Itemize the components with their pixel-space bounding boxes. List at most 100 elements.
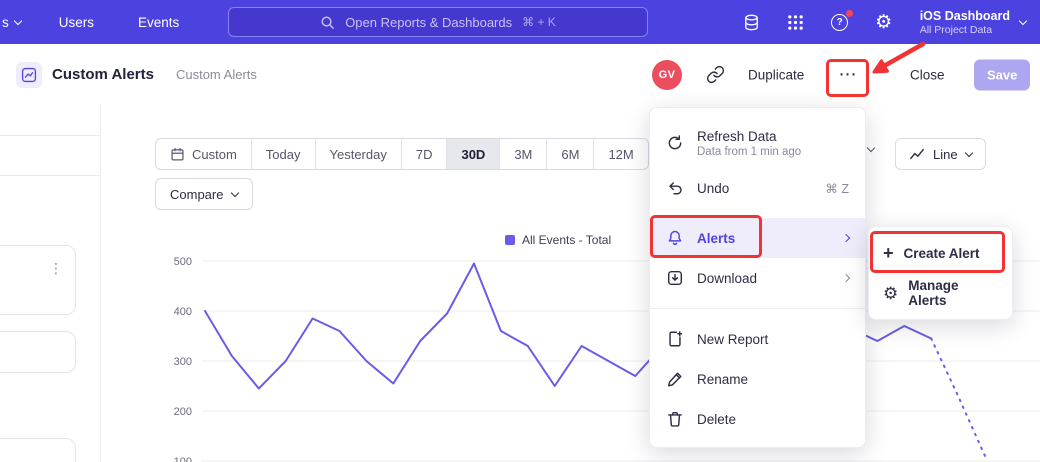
apps-grid-icon[interactable] [786, 12, 806, 32]
nav-item-label: s [2, 15, 9, 30]
refresh-icon [666, 134, 684, 152]
chart-legend[interactable]: All Events - Total [505, 233, 611, 247]
menu-item-label: Refresh Data [697, 129, 801, 144]
menu-item-subtitle: Data from 1 min ago [697, 146, 801, 158]
chevron-down-icon [14, 16, 22, 24]
page-title: Custom Alerts [52, 66, 154, 83]
sidebar-divider [100, 105, 101, 462]
top-navbar: s Users Events Open Reports & Dashboards… [0, 0, 1040, 44]
nav-item-boards-partial[interactable]: s [2, 15, 21, 30]
menu-item-label: Alerts [697, 231, 735, 246]
chart-series-line [931, 339, 985, 457]
nav-item-users[interactable]: Users [59, 15, 94, 30]
more-options-button[interactable]: ⋯ [833, 62, 863, 88]
submenu-item-create-alert[interactable]: + Create Alert [869, 233, 1012, 273]
primary-nav: s Users Events [0, 0, 179, 44]
y-axis-label: 200 [174, 406, 192, 418]
menu-item-rename[interactable]: Rename [650, 359, 865, 399]
y-axis-label: 500 [174, 256, 192, 268]
calendar-icon [170, 147, 185, 162]
menu-item-label: Rename [697, 372, 748, 387]
chevron-down-icon [1019, 16, 1027, 24]
date-range-custom[interactable]: Custom [156, 139, 251, 169]
chart-type-button[interactable]: Line [895, 138, 986, 170]
sidebar-card[interactable] [0, 438, 76, 462]
project-subtitle: All Project Data [920, 24, 1010, 36]
chevron-right-icon [842, 234, 850, 242]
menu-divider [650, 308, 865, 309]
sidebar-card[interactable]: ⋮ [0, 245, 76, 315]
navbar-right-cluster: ? ⚙ iOS Dashboard All Project Data [742, 0, 1040, 44]
compare-label: Compare [170, 187, 223, 202]
chevron-down-icon [964, 148, 972, 156]
date-range-6m[interactable]: 6M [546, 139, 593, 169]
y-axis-label: 100 [174, 456, 192, 462]
date-range-7d[interactable]: 7D [401, 139, 447, 169]
date-range-control: Custom Today Yesterday 7D 30D 3M 6M 12M [155, 138, 649, 170]
search-placeholder: Open Reports & Dashboards [345, 15, 512, 30]
plus-icon: + [883, 244, 894, 262]
notification-dot [845, 9, 854, 18]
kebab-menu-icon[interactable]: ⋮ [49, 260, 63, 277]
line-chart-icon [909, 146, 925, 162]
y-axis-label: 400 [174, 306, 192, 318]
chart-type-label: Line [933, 147, 958, 162]
date-range-12m[interactable]: 12M [593, 139, 647, 169]
copy-link-icon[interactable] [702, 62, 728, 88]
y-axis-label: 300 [174, 356, 192, 368]
report-header: Custom Alerts Custom Alerts GV Duplicate… [0, 44, 1040, 105]
legend-swatch-icon [505, 235, 515, 245]
project-info: iOS Dashboard All Project Data [920, 9, 1010, 36]
close-button[interactable]: Close [910, 67, 945, 82]
duplicate-button[interactable]: Duplicate [748, 67, 804, 82]
data-management-icon[interactable] [742, 12, 762, 32]
date-range-30d-selected[interactable]: 30D [446, 139, 499, 169]
breadcrumb[interactable]: Custom Alerts [176, 67, 257, 82]
pencil-icon [666, 370, 684, 388]
undo-icon [666, 179, 684, 197]
help-icon[interactable]: ? [830, 12, 850, 32]
report-options-menu: Refresh Data Data from 1 min ago Undo ⌘ … [649, 107, 866, 448]
global-search-input[interactable]: Open Reports & Dashboards ⌘ + K [228, 7, 648, 37]
date-range-label: Custom [192, 147, 237, 162]
chevron-right-icon [842, 274, 850, 282]
menu-item-delete[interactable]: Delete [650, 399, 865, 439]
date-range-yesterday[interactable]: Yesterday [315, 139, 401, 169]
menu-item-download[interactable]: Download [650, 258, 865, 298]
search-shortcut-hint: ⌘ + K [522, 15, 556, 29]
trash-icon [666, 410, 684, 428]
settings-gear-icon[interactable]: ⚙ [874, 12, 894, 32]
menu-item-shortcut: ⌘ Z [825, 181, 849, 196]
bell-icon [666, 229, 684, 247]
menu-item-label: Undo [697, 181, 729, 196]
chevron-down-icon [231, 188, 239, 196]
date-range-3m[interactable]: 3M [499, 139, 546, 169]
new-report-icon [666, 330, 684, 348]
search-icon [320, 15, 335, 30]
save-button[interactable]: Save [974, 59, 1030, 90]
compare-button[interactable]: Compare [155, 178, 253, 210]
submenu-item-label: Create Alert [904, 246, 980, 261]
submenu-item-label: Manage Alerts [908, 278, 998, 308]
menu-item-undo[interactable]: Undo ⌘ Z [650, 168, 865, 208]
submenu-item-manage-alerts[interactable]: ⚙ Manage Alerts [869, 273, 1012, 313]
menu-item-label: Delete [697, 412, 736, 427]
project-switcher[interactable]: iOS Dashboard All Project Data [920, 9, 1026, 36]
menu-item-label: New Report [697, 332, 768, 347]
menu-item-alerts[interactable]: Alerts [650, 218, 865, 258]
sidebar-row-divider [0, 135, 100, 136]
alerts-submenu: + Create Alert ⚙ Manage Alerts [868, 226, 1013, 320]
avatar[interactable]: GV [652, 60, 682, 90]
menu-item-refresh-data[interactable]: Refresh Data Data from 1 min ago [650, 118, 865, 168]
menu-item-label: Download [697, 271, 757, 286]
gear-icon: ⚙ [883, 285, 898, 302]
date-range-today[interactable]: Today [251, 139, 315, 169]
project-title: iOS Dashboard [920, 9, 1010, 23]
board-chart-icon [16, 62, 42, 88]
legend-label: All Events - Total [522, 233, 611, 247]
mixpanel-dashboard-app: 500 400 300 200 100 s Users Events Open Repo… [0, 0, 1040, 462]
sidebar-card[interactable] [0, 331, 76, 373]
menu-item-new-report[interactable]: New Report [650, 319, 865, 359]
nav-item-events[interactable]: Events [138, 15, 179, 30]
download-icon [666, 269, 684, 287]
